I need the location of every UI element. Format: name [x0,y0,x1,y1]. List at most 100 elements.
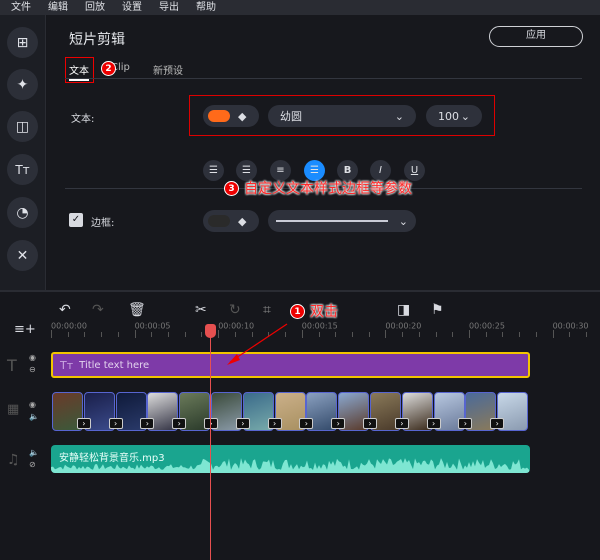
playhead-line [210,330,211,560]
ruler-tick [418,332,420,337]
transition-icon[interactable]: › [490,418,505,429]
font-select[interactable]: 幼圆 ⌄ [268,105,416,127]
transition-icon[interactable]: › [458,418,473,429]
transition-icon[interactable]: › [204,418,218,429]
menu-edit[interactable]: 编辑 [37,0,74,15]
titles-icon: Tт [15,162,30,177]
video-track-icon: ▦ [7,402,20,417]
transition-icon: ◫ [15,118,30,135]
color-swatch [208,110,230,122]
ruler-tick [218,330,220,338]
menu-export[interactable]: 导出 [148,0,185,15]
align-left-icon: ☰ [209,165,218,176]
tab-divider [65,78,582,79]
annotation-badge-2: 2 [101,61,116,76]
underline-icon: U [410,165,419,176]
transition-icon[interactable]: › [331,418,346,429]
volume-icon[interactable]: 🔈 [29,412,39,421]
ruler-label: 00:00:05 [134,321,171,331]
unlink-icon[interactable]: ⊘ [29,460,36,469]
transition-icon[interactable]: › [299,418,314,429]
ruler-tick [101,332,103,337]
title-clip-label: Title text here [79,359,150,371]
insert-icon[interactable]: ◨ [397,302,410,318]
ruler-tick [519,332,521,337]
ruler-tick [502,332,504,337]
text-track-icon: T [7,356,17,375]
crop-icon[interactable]: ⌗ [263,302,271,318]
ruler-tick [301,330,303,338]
align-right-icon: ☰ [242,165,251,176]
chevron-down-icon: ⌄ [394,109,404,123]
title-clip-icon: Tт [60,358,74,372]
annotation-badge-1: 1 [290,304,305,319]
ruler-label: 00:00:15 [301,321,338,331]
rotate-icon[interactable]: ↻ [229,302,241,318]
menu-playback[interactable]: 回放 [74,0,111,15]
annotation-arrow [227,323,288,365]
menu-settings[interactable]: 设置 [111,0,148,15]
titles-button[interactable]: Tт [7,154,38,185]
ruler-tick [84,332,86,337]
transition-icon[interactable]: › [235,418,250,429]
transition-icon[interactable]: › [172,418,187,429]
text-color-picker[interactable]: ◆ [203,105,259,127]
menu-help[interactable]: 帮助 [185,0,222,15]
filters-button[interactable]: ◔ [7,197,38,228]
transition-icon[interactable]: › [108,418,123,429]
ruler-tick [535,332,537,337]
ruler-tick [469,330,470,338]
ruler-tick [184,332,186,337]
transition-icon[interactable]: › [394,418,409,429]
menu-file[interactable]: 文件 [0,0,37,15]
audio-clip[interactable]: 安静轻松背景音乐.mp3 [51,445,530,473]
add-media-icon: ⊞ [16,34,29,51]
ruler-tick [385,330,387,338]
transition-button[interactable]: ◫ [7,111,38,142]
ruler-tick [318,332,320,337]
volume-icon[interactable]: 🔈 [29,448,39,457]
delete-icon[interactable]: 🗑 [128,302,146,318]
border-color-picker[interactable]: ◆ [203,210,259,232]
paint-bucket-icon: ◆ [238,214,247,228]
apply-button[interactable]: 应用 [489,26,583,47]
ruler-tick [117,332,119,337]
justify-icon: ≡ [276,165,285,176]
ruler-tick [569,332,571,337]
align-left-button[interactable]: ☰ [203,160,224,181]
align-center-icon: ☰ [310,165,319,176]
ruler-tick [67,332,69,337]
ruler-tick [452,332,454,337]
paint-bucket-icon: ◆ [238,109,247,123]
playhead-handle[interactable] [205,324,216,338]
menu-bar: 文件 编辑 回放 设置 导出 帮助 [0,0,600,15]
eye-icon[interactable]: ◉ [29,353,36,362]
transition-icon[interactable]: › [140,418,155,429]
redo-icon[interactable]: ↷ [92,302,104,318]
border-style-select[interactable]: ⌄ [268,210,416,232]
ruler-tick [351,332,353,337]
ruler-label: 00:00:20 [385,321,422,331]
transition-icon[interactable]: › [426,418,441,429]
timeline: ↶ ↷ 🗑 ✂ ↻ ⌗ ◨ ⚑ 1 双击 ≡+ 00:00:00 00:00:05… [0,290,600,560]
font-size-select[interactable]: 100 ⌄ [426,105,482,127]
magic-wand-button[interactable]: ✦ [7,69,38,100]
tab-new-preset[interactable]: 新预设 [153,62,183,77]
add-media-button[interactable]: ⊞ [7,27,38,58]
add-track-icon[interactable]: ≡+ [14,322,36,337]
page-title: 短片剪辑 [69,32,125,48]
scissors-icon[interactable]: ✂ [195,302,207,318]
filters-icon: ◔ [16,204,29,221]
audio-clip-label: 安静轻松背景音乐.mp3 [59,453,165,464]
tools-button[interactable]: ✕ [7,240,38,271]
undo-icon[interactable]: ↶ [59,302,71,318]
ruler-label: 00:00:25 [469,321,505,331]
transition-icon[interactable]: › [76,418,91,429]
border-checkbox[interactable]: ✓ [69,213,83,227]
transition-icon[interactable]: › [363,418,377,429]
marker-flag-icon[interactable]: ⚑ [431,302,444,318]
transition-icon[interactable]: › [267,418,282,429]
eye-icon[interactable]: ◉ [29,400,36,409]
link-icon[interactable]: ⊖ [29,365,36,374]
annotation-badge-3: 3 [224,181,239,196]
